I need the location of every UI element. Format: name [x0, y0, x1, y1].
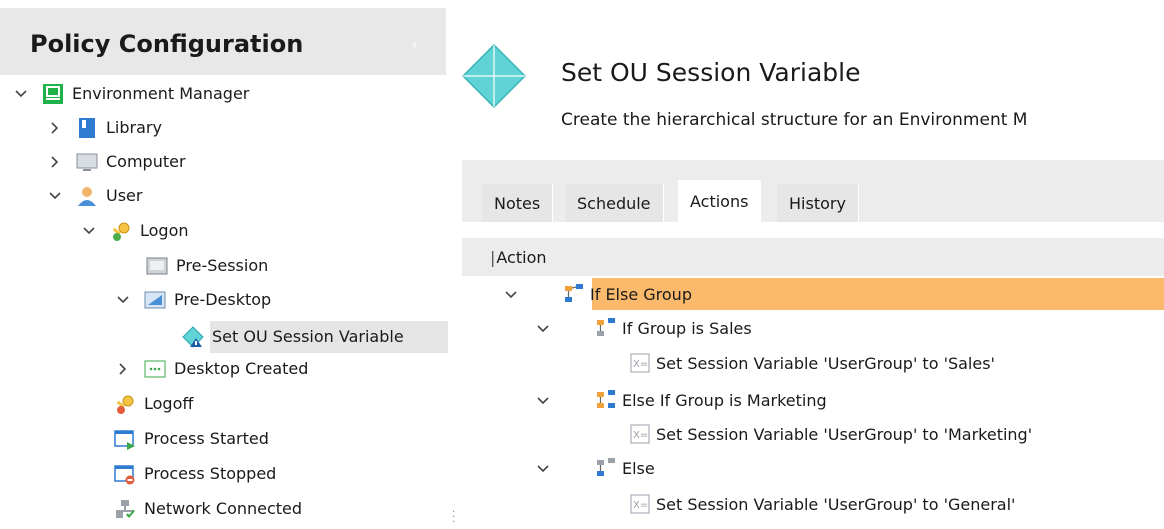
tree-item-process-started[interactable]: Process Started	[114, 424, 269, 454]
tree-item-label: Set OU Session Variable	[212, 327, 404, 346]
tab-history[interactable]: History	[777, 184, 859, 222]
tree-item-logoff[interactable]: Logoff	[114, 389, 193, 419]
panel-title: Policy Configuration	[30, 30, 304, 58]
chevron-right-icon[interactable]	[48, 121, 62, 135]
tree-item-desktop-created[interactable]: Desktop Created	[116, 354, 308, 384]
pre-desktop-icon	[144, 289, 166, 311]
desktop-created-icon	[144, 358, 166, 380]
svg-text:X=: X=	[633, 500, 648, 511]
tab-notes[interactable]: Notes	[482, 184, 554, 222]
tree-item-computer[interactable]: Computer	[48, 147, 186, 177]
action-label: Else If Group is Marketing	[622, 390, 827, 410]
process-stopped-icon	[114, 463, 136, 485]
collapse-panel-icon[interactable]: ‹	[412, 38, 422, 52]
process-started-icon	[114, 428, 136, 450]
tree-item-label: Desktop Created	[174, 359, 309, 378]
panel-splitter-handle[interactable]: · · ·	[452, 508, 456, 528]
tree-item-logon[interactable]: Logon	[82, 216, 189, 246]
tree-item-label: Environment Manager	[72, 84, 250, 103]
tab-schedule[interactable]: Schedule	[565, 184, 664, 222]
policy-title: Set OU Session Variable	[561, 58, 861, 87]
action-row-set-variable-sales[interactable]: X= Set Session Variable 'UserGroup' to '…	[630, 347, 995, 379]
tree-item-label: User	[106, 186, 143, 205]
policy-header: Set OU Session Variable Create the hiera…	[460, 8, 1164, 150]
chevron-down-icon[interactable]	[116, 293, 130, 307]
tree-item-set-ou-session-variable[interactable]: Set OU Session Variable	[182, 322, 404, 352]
if-else-group-icon	[564, 283, 584, 305]
network-connected-icon	[114, 498, 136, 520]
chevron-down-icon[interactable]	[536, 462, 550, 476]
tree-item-label: Process Started	[144, 429, 269, 448]
tree-item-label: Computer	[106, 152, 186, 171]
reusable-node-diamond-icon	[462, 44, 526, 108]
action-row-if-else-group[interactable]: If Else Group	[564, 278, 692, 310]
logoff-key-icon	[114, 393, 136, 415]
computer-monitor-icon	[76, 151, 98, 173]
tree-item-label: Library	[106, 118, 162, 137]
action-column-header[interactable]: | Action	[462, 238, 1164, 276]
tree-item-process-stopped[interactable]: Process Stopped	[114, 459, 276, 489]
action-label: Else	[622, 458, 655, 478]
chevron-down-icon[interactable]	[82, 224, 96, 238]
policy-configuration-panel: Policy Configuration ‹ Environment Manag…	[0, 0, 455, 529]
svg-text:X=: X=	[633, 430, 648, 441]
chevron-down-icon[interactable]	[14, 87, 28, 101]
chevron-down-icon[interactable]	[48, 189, 62, 203]
tab-actions[interactable]: Actions	[678, 180, 762, 222]
tree-item-user[interactable]: User	[48, 181, 142, 211]
chevron-right-icon[interactable]	[116, 362, 130, 376]
action-label: Set Session Variable 'UserGroup' to 'Gen…	[656, 494, 1016, 514]
panel-header: Policy Configuration ‹	[0, 8, 446, 75]
set-variable-icon: X=	[630, 352, 650, 374]
action-label: If Group is Sales	[622, 318, 752, 338]
action-row-set-variable-general[interactable]: X= Set Session Variable 'UserGroup' to '…	[630, 488, 1015, 520]
tree-item-pre-session[interactable]: Pre-Session	[146, 251, 268, 281]
policy-detail-panel: Set OU Session Variable Create the hiera…	[460, 0, 1164, 529]
chevron-right-icon[interactable]	[48, 155, 62, 169]
tree-item-label: Network Connected	[144, 499, 303, 518]
action-label: Set Session Variable 'UserGroup' to 'Sal…	[656, 353, 995, 373]
action-row-if-group-is-sales[interactable]: If Group is Sales	[596, 312, 752, 344]
tab-bar: Notes Schedule Actions History	[462, 160, 1164, 222]
tree-item-pre-desktop[interactable]: Pre-Desktop	[116, 285, 271, 315]
pre-session-icon	[146, 255, 168, 277]
column-header-label: Action	[496, 247, 547, 267]
else-if-group-icon	[596, 389, 616, 411]
tree-item-label: Logoff	[144, 394, 194, 413]
action-row-else[interactable]: Else	[596, 452, 655, 484]
column-separator: |	[490, 247, 496, 267]
chevron-down-icon[interactable]	[536, 322, 550, 336]
environment-manager-icon	[42, 83, 64, 105]
action-label: If Else Group	[590, 284, 692, 304]
set-variable-icon: X=	[630, 493, 650, 515]
chevron-down-icon[interactable]	[504, 288, 518, 302]
condition-group-icon	[596, 317, 616, 339]
set-variable-icon: X=	[630, 423, 650, 445]
logon-key-icon	[110, 220, 132, 242]
policy-description: Create the hierarchical structure for an…	[561, 110, 1028, 130]
tree-item-label: Pre-Desktop	[174, 290, 272, 309]
tree-item-label: Process Stopped	[144, 464, 277, 483]
svg-text:X=: X=	[633, 359, 648, 370]
action-row-else-if-group-is-marketing[interactable]: Else If Group is Marketing	[596, 384, 827, 416]
tree-item-label: Pre-Session	[176, 256, 269, 275]
action-row-set-variable-marketing[interactable]: X= Set Session Variable 'UserGroup' to '…	[630, 418, 1032, 450]
tree-item-environment-manager[interactable]: Environment Manager	[14, 79, 249, 109]
else-group-icon	[596, 457, 616, 479]
tree-item-label: Logon	[140, 221, 189, 240]
user-person-icon	[76, 185, 98, 207]
library-book-icon	[76, 117, 98, 139]
reusable-node-icon	[182, 326, 204, 348]
tree-item-network-connected[interactable]: Network Connected	[114, 494, 302, 524]
tree-item-library[interactable]: Library	[48, 113, 162, 143]
chevron-down-icon[interactable]	[536, 394, 550, 408]
action-label: Set Session Variable 'UserGroup' to 'Mar…	[656, 424, 1033, 444]
